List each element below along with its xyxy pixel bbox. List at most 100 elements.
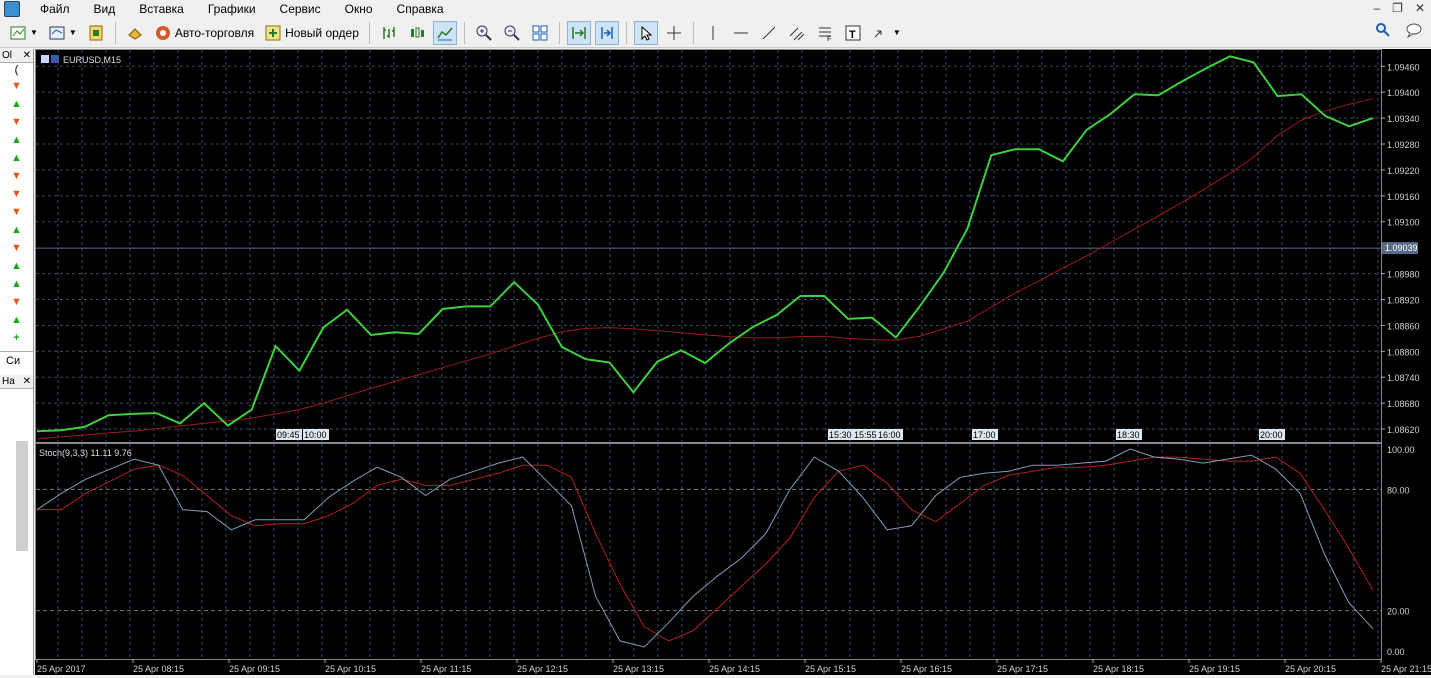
arrow-up-icon[interactable]: ▲	[0, 149, 33, 167]
auto-trading-button[interactable]: Авто-торговля	[151, 21, 257, 45]
price-axis-label: 1.08740	[1387, 373, 1420, 383]
restore-icon[interactable]: ❐	[1392, 1, 1403, 15]
chat-icon[interactable]	[1405, 22, 1423, 38]
arrow-up-icon[interactable]: ▲	[0, 275, 33, 293]
market-watch-header: Ol ✕	[0, 49, 33, 63]
arrow-down-icon[interactable]: ▼	[0, 293, 33, 311]
price-axis-label: 1.08920	[1387, 295, 1420, 305]
chart-window[interactable]: 1.09460 1.09400 1.09340 1.09280 1.09220 1.091…	[35, 49, 1431, 675]
plus-icon[interactable]: +	[0, 329, 33, 347]
line-chart-button[interactable]	[432, 20, 457, 45]
close-icon[interactable]: ✕	[23, 50, 31, 61]
zoom-in-icon	[476, 25, 492, 41]
cursor-button[interactable]	[633, 20, 658, 45]
bar-chart-button[interactable]	[377, 21, 401, 45]
vertical-line-button[interactable]	[701, 21, 725, 45]
stoch-axis-label: 20.00	[1387, 607, 1410, 617]
price-axis-label: 1.09460	[1387, 62, 1420, 72]
flag-icon	[51, 55, 59, 63]
indicator-label: Stoch(9,3,3) 11.11 9.76	[39, 448, 132, 458]
new-chart-button[interactable]: ▼	[6, 21, 41, 45]
list-item[interactable]: (	[0, 63, 33, 77]
menu-item[interactable]: Справка	[385, 0, 456, 18]
tile-windows-button[interactable]	[528, 21, 552, 45]
main-panel-border	[35, 49, 1382, 443]
metaeditor-icon	[128, 27, 142, 40]
window-controls: – ❐ ✕	[1373, 1, 1425, 15]
arrow-up-icon[interactable]: ▲	[0, 311, 33, 329]
price-axis-label: 1.08860	[1387, 321, 1420, 331]
menu-item[interactable]: Сервис	[268, 0, 333, 18]
arrow-down-icon[interactable]: ▼	[0, 113, 33, 131]
price-axis-label: 1.09400	[1387, 88, 1420, 98]
horizontal-line-button[interactable]	[729, 21, 753, 45]
menu-item[interactable]: Окно	[333, 0, 385, 18]
stoch-main-line	[36, 448, 1374, 648]
profiles-button[interactable]: ▼	[45, 21, 80, 45]
symbols-tab[interactable]: Си	[0, 351, 33, 369]
horizontal-line-icon	[733, 32, 748, 33]
toolbar: ▼ ▼ Авто-торговля Новый ордер F T ▼	[0, 18, 1431, 48]
left-panel: Ol ✕ ( ▼ ▲ ▼ ▲ ▲ ▼ ▼ ▼ ▲ ▼ ▲ ▲ ▼ ▲ + Си На ✕	[0, 49, 34, 675]
stoch-signal-line	[37, 456, 1374, 642]
bar-chart-icon	[383, 26, 395, 39]
data-window-button[interactable]	[84, 21, 108, 45]
flag-icon	[41, 55, 49, 63]
market-watch-tab[interactable]: Ol	[2, 50, 12, 61]
arrow-up-icon[interactable]: ▲	[0, 257, 33, 275]
search-icon[interactable]	[1375, 22, 1391, 38]
chart-canvas[interactable]: 1.09460 1.09400 1.09340 1.09280 1.09220 1.091…	[35, 49, 1431, 675]
crosshair-icon	[666, 25, 681, 40]
candle-chart-button[interactable]	[405, 21, 429, 45]
stoch-axis-label: 0.00	[1387, 647, 1405, 657]
symbol-label: EURUSD,M15	[63, 55, 121, 65]
toolbar-separator	[463, 21, 465, 44]
crosshair-button[interactable]	[662, 21, 686, 45]
svg-text:F: F	[827, 36, 831, 42]
metaeditor-button[interactable]	[123, 21, 147, 45]
new-order-button[interactable]: Новый ордер	[261, 21, 362, 45]
arrows-button[interactable]: ▼	[869, 21, 904, 45]
menu-bar: Файл Вид Вставка Графики Сервис Окно Справка –…	[0, 0, 1431, 18]
menu-item[interactable]: Вид	[82, 0, 128, 18]
arrow-down-icon[interactable]: ▼	[0, 185, 33, 203]
arrow-up-icon[interactable]: ▲	[0, 131, 33, 149]
arrow-up-icon[interactable]: ▲	[0, 221, 33, 239]
navigator-tab[interactable]: На	[2, 376, 15, 387]
new-order-label: Новый ордер	[285, 25, 359, 40]
zoom-out-button[interactable]	[500, 21, 524, 45]
price-axis-label: 1.09220	[1387, 166, 1420, 176]
chart-shift-button[interactable]	[594, 20, 619, 45]
minimize-icon[interactable]: –	[1373, 1, 1380, 15]
price-series-line	[36, 55, 1374, 433]
ma-series-line	[36, 98, 1374, 440]
line-chart-icon	[437, 27, 453, 40]
autoscroll-button[interactable]	[566, 20, 591, 45]
menu-item[interactable]: Вставка	[127, 0, 196, 18]
trend-line-button[interactable]	[757, 21, 781, 45]
close-icon[interactable]: ✕	[1415, 1, 1425, 15]
event-tag-label: 10:00	[304, 430, 327, 440]
toolbar-separator	[692, 21, 694, 44]
menu-item[interactable]: Файл	[28, 0, 82, 18]
time-axis-label: 25 Apr 08:15	[133, 664, 184, 674]
close-icon[interactable]: ✕	[23, 376, 31, 387]
zoom-in-button[interactable]	[472, 21, 496, 45]
toolbar-separator	[114, 21, 116, 44]
arrow-down-icon[interactable]: ▼	[0, 77, 33, 95]
fibonacci-button[interactable]: F	[813, 21, 837, 45]
navigator-scrollbar[interactable]	[16, 441, 28, 551]
stoch-axis-label: 80.00	[1387, 485, 1410, 495]
time-axis-label: 25 Apr 21:15	[1381, 664, 1431, 674]
time-axis-label: 25 Apr 09:15	[229, 664, 280, 674]
arrow-down-icon[interactable]: ▼	[0, 167, 33, 185]
equidistant-channel-button[interactable]	[785, 21, 809, 45]
arrow-down-icon[interactable]: ▼	[0, 239, 33, 257]
menu-item[interactable]: Графики	[196, 0, 268, 18]
cursor-icon	[641, 25, 653, 41]
zoom-out-icon	[504, 25, 520, 41]
arrow-down-icon[interactable]: ▼	[0, 203, 33, 221]
text-button[interactable]: T	[841, 21, 865, 45]
arrow-up-icon[interactable]: ▲	[0, 95, 33, 113]
arrows-icon	[874, 30, 882, 37]
